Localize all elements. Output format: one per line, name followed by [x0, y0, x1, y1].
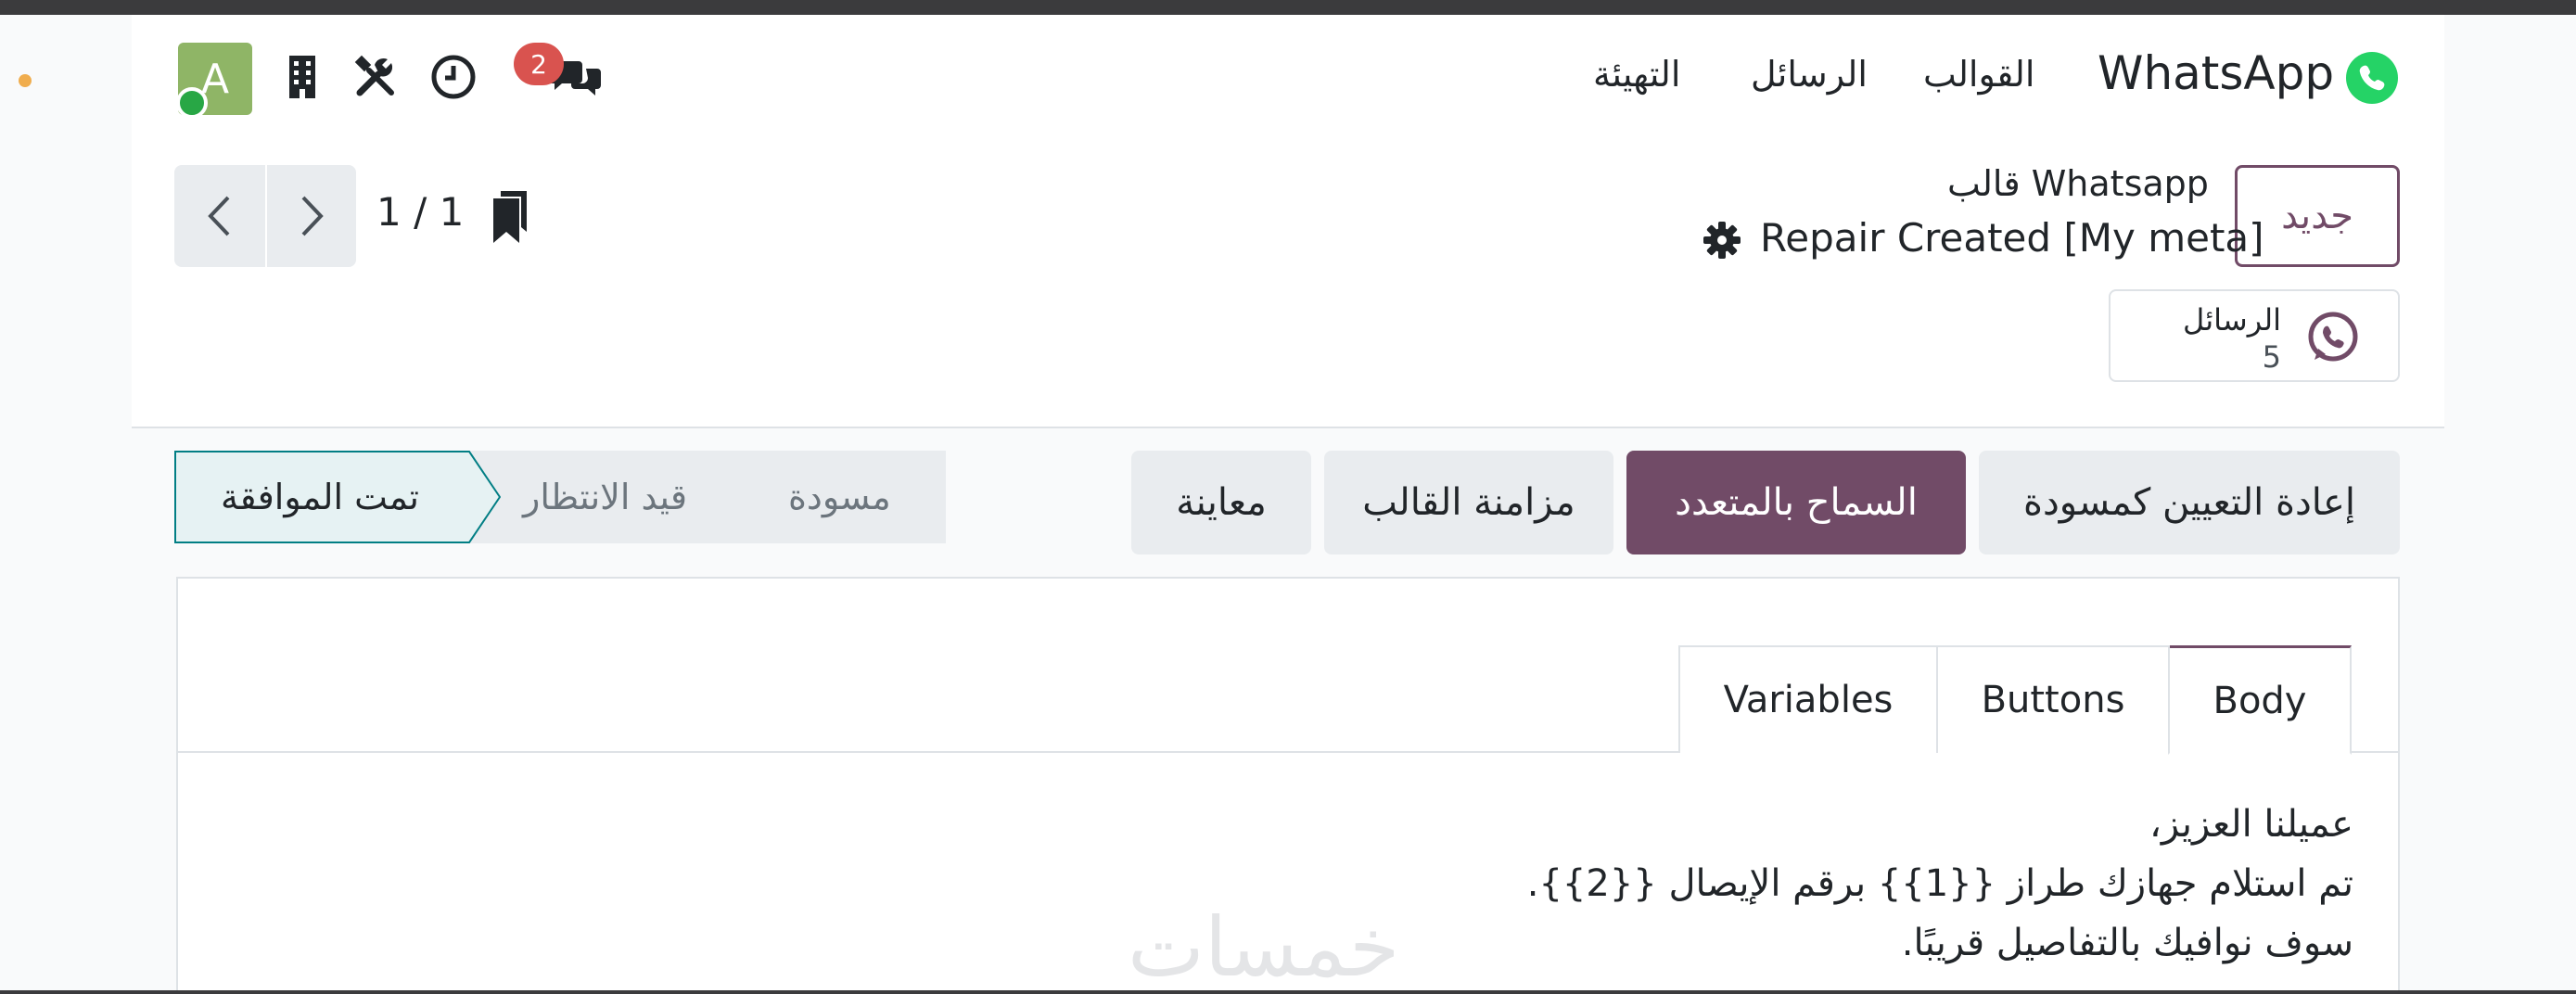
company-building-icon[interactable]: [284, 54, 321, 100]
breadcrumb-parent[interactable]: قالب Whatsapp: [1947, 163, 2209, 204]
chevron-right-icon: [301, 196, 324, 236]
stat-value: 5: [2262, 339, 2281, 375]
clock-icon[interactable]: [430, 54, 477, 100]
chat-badge: 2: [514, 43, 564, 85]
gear-icon[interactable]: [1702, 221, 1741, 260]
stat-label: الرسائل: [2183, 302, 2281, 338]
status-pending[interactable]: قيد الانتظار: [523, 451, 687, 543]
menu-messages[interactable]: الرسائل: [1751, 54, 1868, 95]
app-brand[interactable]: WhatsApp: [2098, 46, 2334, 100]
online-status-dot: [176, 87, 208, 119]
browser-top-strip: [0, 0, 2576, 15]
bottom-edge: [0, 990, 2576, 994]
body-text-line: عميلنا العزيز،: [2149, 803, 2353, 846]
tab-variables[interactable]: Variables: [1678, 645, 1938, 753]
messages-stat-button[interactable]: الرسائل 5: [2109, 289, 2400, 382]
notification-dot: [19, 74, 32, 87]
sync-template-button[interactable]: مزامنة القالب: [1324, 451, 1613, 554]
status-draft[interactable]: مسودة: [788, 451, 891, 543]
body-text-line: سوف نوافيك بالتفاصيل قريبًا.: [1901, 922, 2353, 964]
tab-buttons[interactable]: Buttons: [1936, 645, 2170, 753]
watermark: خمسات: [1128, 899, 1400, 994]
status-bar: تمت الموافقة قيد الانتظار مسودة: [174, 451, 946, 543]
body-text-line: تم استلام جهازك طراز {{1}} برقم الإيصال …: [1526, 862, 2353, 905]
whatsapp-logo-icon[interactable]: [2344, 50, 2400, 106]
whatsapp-icon: [2308, 312, 2358, 362]
breadcrumb-current: Repair Created [My meta]: [1760, 215, 2264, 261]
pager-next-button[interactable]: [265, 165, 356, 267]
tab-body[interactable]: Body: [2168, 645, 2352, 755]
menu-configuration[interactable]: التهيئة: [1593, 54, 1680, 95]
status-approved[interactable]: تمت الموافقة: [221, 451, 419, 543]
tools-icon[interactable]: [352, 54, 399, 100]
chevron-left-icon: [208, 196, 230, 236]
allow-multi-button[interactable]: السماح بالمتعدد: [1626, 451, 1966, 554]
reset-to-draft-button[interactable]: إعادة التعيين كمسودة: [1979, 451, 2400, 554]
bookmark-icon[interactable]: [491, 191, 529, 243]
pager-value[interactable]: 1 / 1: [376, 189, 464, 235]
preview-button[interactable]: معاينة: [1131, 451, 1311, 554]
menu-templates[interactable]: القوالب: [1923, 54, 2034, 95]
pager-previous-button[interactable]: [174, 165, 265, 267]
pager-buttons: [174, 165, 356, 267]
